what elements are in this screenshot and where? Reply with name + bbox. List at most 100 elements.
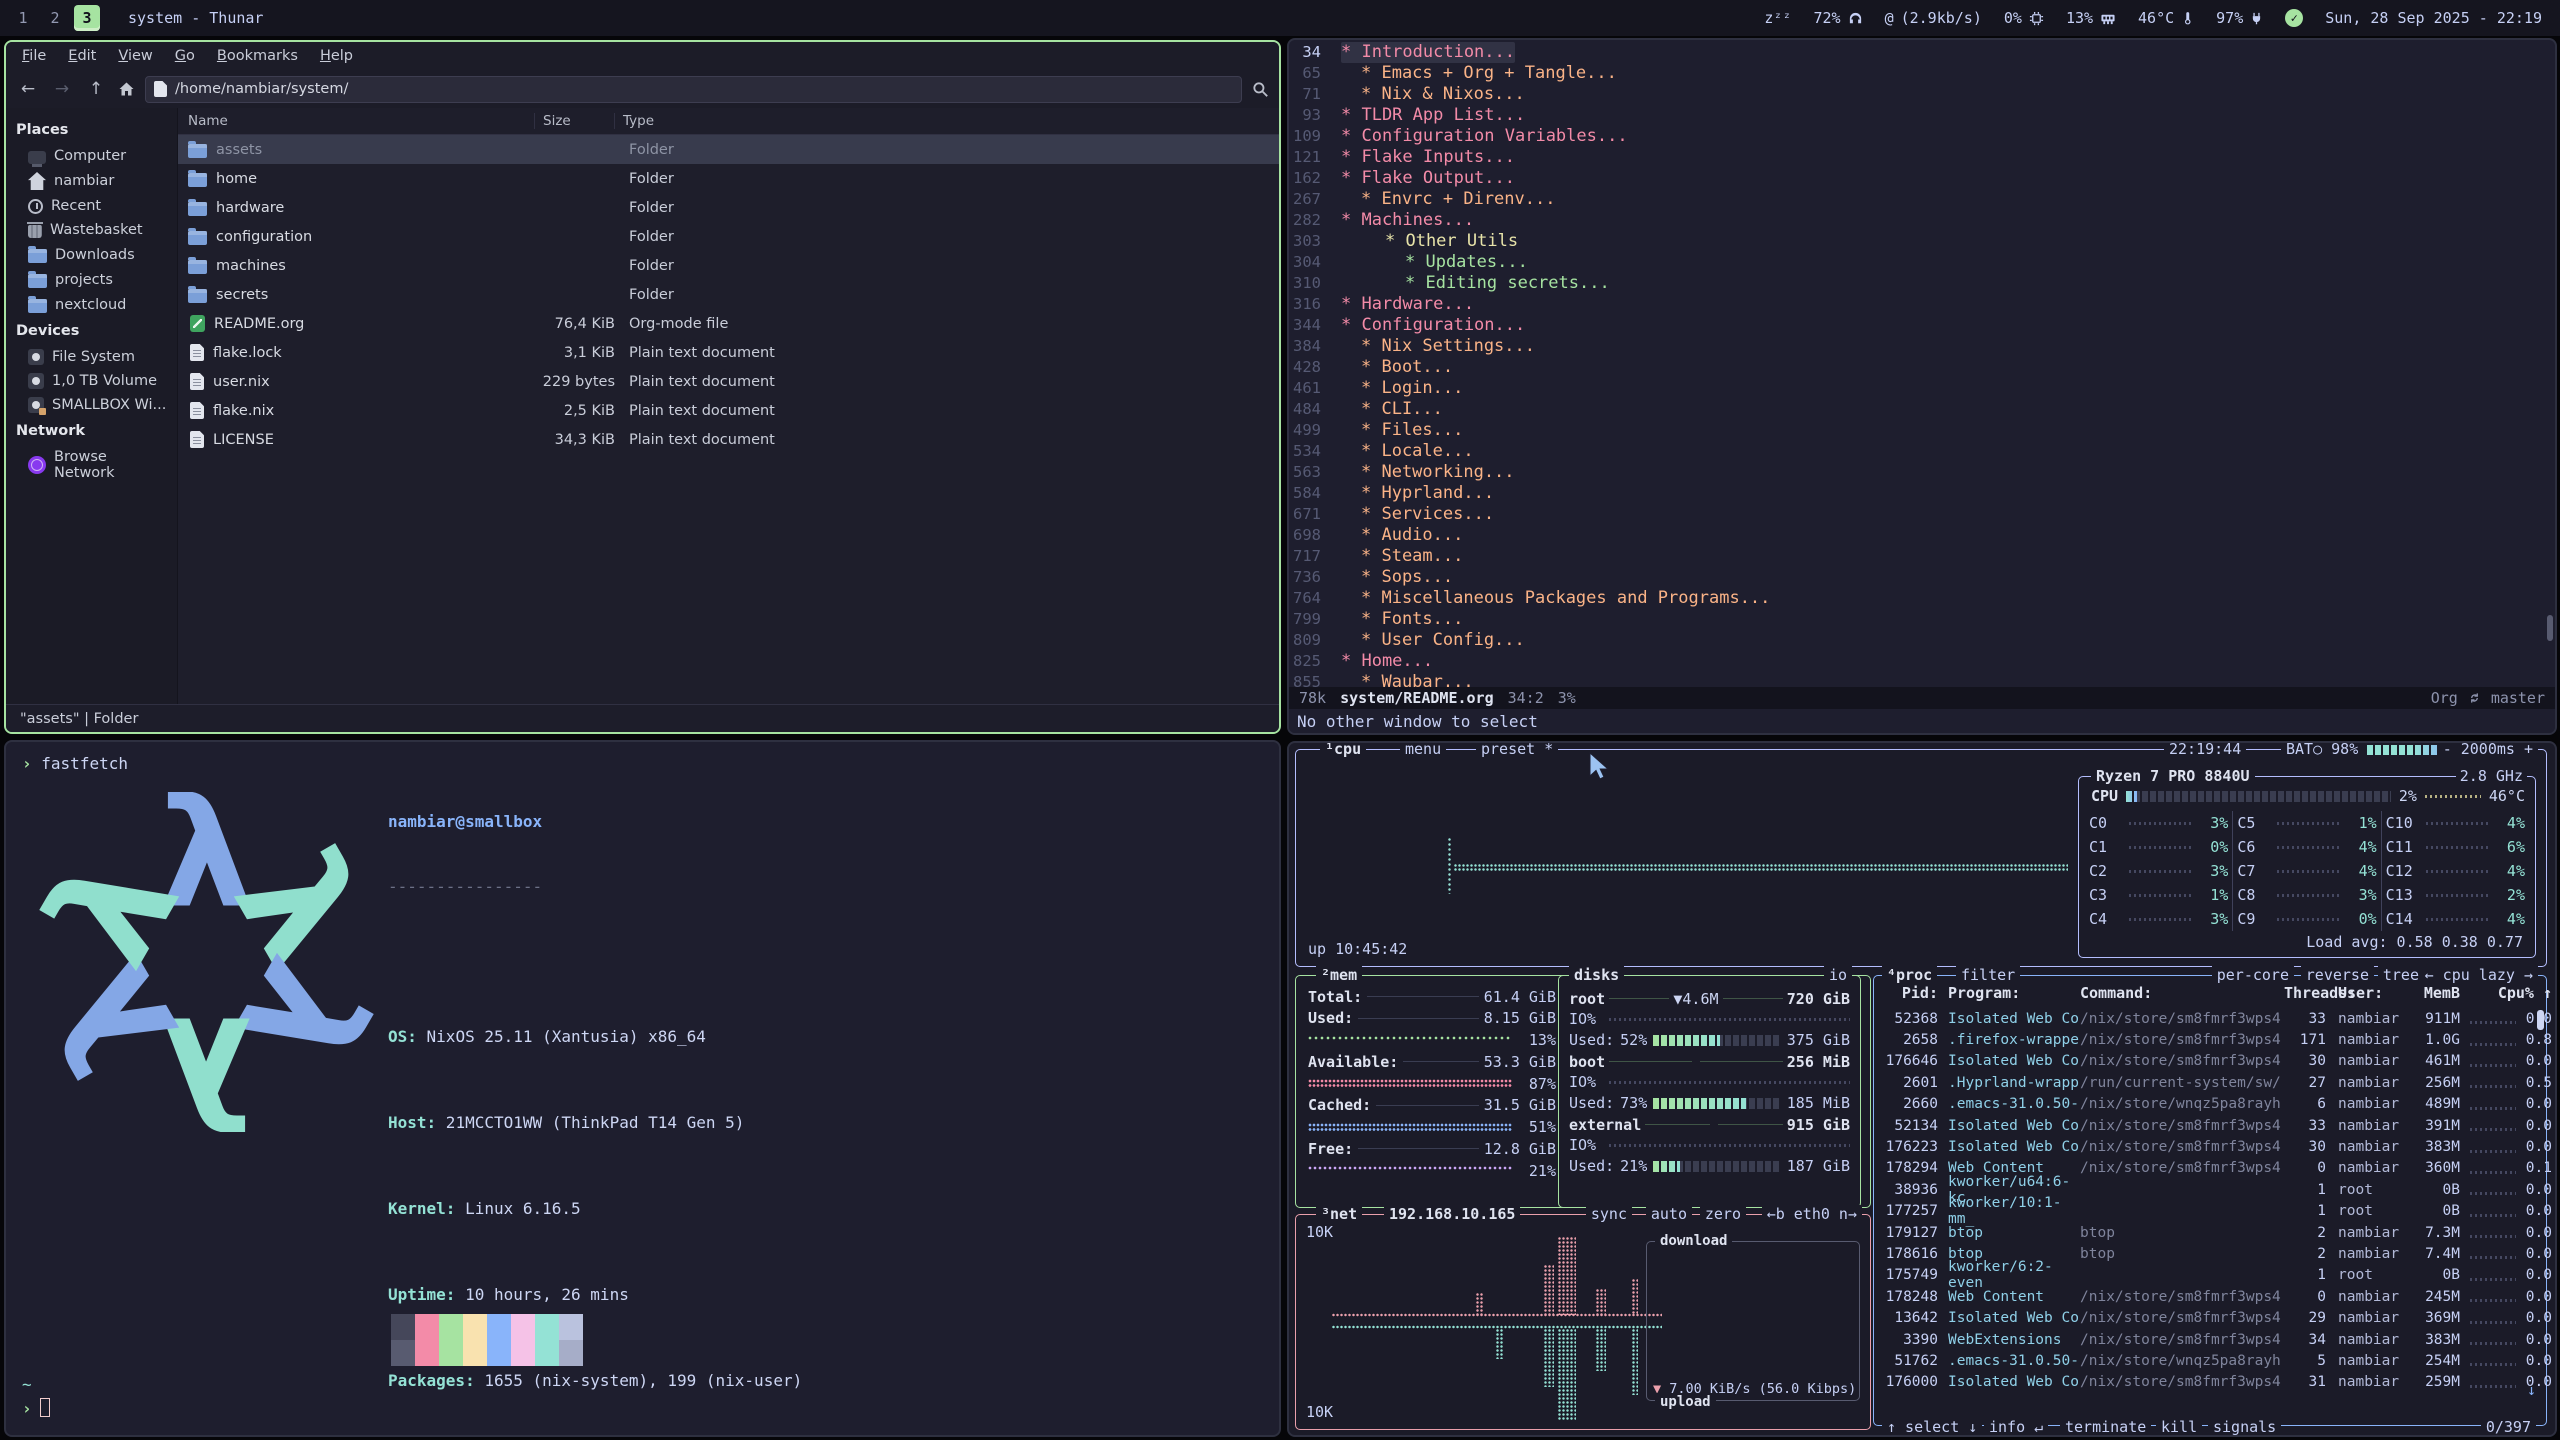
menu-item[interactable]: Help — [310, 45, 363, 67]
org-heading-line[interactable]: 428 * Boot... — [1289, 357, 2555, 378]
org-heading-line[interactable]: 267 * Envrc + Direnv... — [1289, 189, 2555, 210]
process-row[interactable]: 179127 btop btop 2 nambiar 7.3M 0.0 — [1874, 1222, 2546, 1243]
menu-item[interactable]: Go — [165, 45, 205, 67]
process-row[interactable]: 52134 Isolated Web Co /nix/store/sm8fmrf… — [1874, 1115, 2546, 1136]
org-heading-line[interactable]: 855 * Waubar... — [1289, 672, 2555, 687]
process-row[interactable]: 176000 Isolated Web Co /nix/store/sm8fmr… — [1874, 1372, 2546, 1393]
menu-item[interactable]: Edit — [58, 45, 106, 67]
workspace-button[interactable]: 2 — [42, 5, 68, 31]
path-bar[interactable]: /home/nambiar/system/ — [145, 76, 1242, 103]
proc-percore-toggle[interactable]: per-core — [2212, 966, 2294, 984]
menu-item[interactable]: File — [12, 45, 56, 67]
org-heading-line[interactable]: 534 * Locale... — [1289, 441, 2555, 462]
org-heading-line[interactable]: 162 * Flake Output... — [1289, 168, 2555, 189]
workspace-button[interactable]: 1 — [10, 5, 36, 31]
sidebar-item[interactable]: File System — [6, 345, 177, 369]
workspace-button[interactable]: 3 — [74, 5, 100, 31]
tab-mem[interactable]: ²mem — [1316, 966, 1362, 984]
org-heading-line[interactable]: 461 * Login... — [1289, 378, 2555, 399]
process-row[interactable]: 52368 Isolated Web Co /nix/store/sm8fmrf… — [1874, 1008, 2546, 1029]
proc-info-button[interactable]: info ↵ — [1984, 1418, 2048, 1436]
proc-sort-selector[interactable]: ← cpu lazy → — [2420, 966, 2538, 984]
menu-item[interactable]: View — [108, 45, 162, 67]
file-row[interactable]: hardware Folder — [178, 193, 1279, 222]
refresh-interval-control[interactable]: - 2000ms + — [2438, 741, 2538, 758]
sidebar-item[interactable]: Recent — [6, 194, 177, 218]
process-row[interactable]: 2601 .Hyprland-wrapp /run/current-system… — [1874, 1072, 2546, 1093]
org-heading-line[interactable]: 671 * Services... — [1289, 504, 2555, 525]
process-row[interactable]: 2660 .emacs-31.0.50- /nix/store/wnqz5pa8… — [1874, 1094, 2546, 1115]
org-heading-line[interactable]: 316 * Hardware... — [1289, 294, 2555, 315]
org-heading-line[interactable]: 809 * User Config... — [1289, 630, 2555, 651]
process-row[interactable]: 51762 .emacs-31.0.50- /nix/store/wnqz5pa… — [1874, 1350, 2546, 1371]
org-heading-line[interactable]: 310 * Editing secrets... — [1289, 273, 2555, 294]
org-heading-line[interactable]: 344 * Configuration... — [1289, 315, 2555, 336]
org-heading-line[interactable]: 484 * CLI... — [1289, 399, 2555, 420]
sidebar-item[interactable]: nambiar — [6, 168, 177, 194]
org-heading-line[interactable]: 34 * Introduction... — [1289, 42, 2555, 63]
org-heading-line[interactable]: 71 * Nix & Nixos... — [1289, 84, 2555, 105]
sidebar-item[interactable]: Computer — [6, 144, 177, 168]
menu-button[interactable]: menu — [1400, 741, 1446, 758]
org-heading-line[interactable]: 584 * Hyprland... — [1289, 483, 2555, 504]
org-heading-line[interactable]: 764 * Miscellaneous Packages and Program… — [1289, 588, 2555, 609]
net-interface-switcher[interactable]: ←b eth0 n→ — [1762, 1205, 1862, 1223]
file-row[interactable]: user.nix 229 bytes Plain text document — [178, 367, 1279, 396]
column-header-name[interactable]: Name — [178, 113, 535, 129]
proc-signals-button[interactable]: signals — [2208, 1418, 2281, 1436]
tab-disks[interactable]: disks — [1569, 966, 1624, 984]
back-button[interactable]: ← — [16, 79, 40, 99]
net-sync-button[interactable]: sync — [1586, 1205, 1632, 1223]
org-heading-line[interactable]: 563 * Networking... — [1289, 462, 2555, 483]
shell-input[interactable]: › — [22, 1397, 50, 1421]
file-row[interactable]: machines Folder — [178, 251, 1279, 280]
sidebar-item[interactable]: nextcloud — [6, 292, 177, 317]
sidebar-item[interactable]: Wastebasket — [6, 218, 177, 242]
scrollbar-thumb[interactable] — [2547, 615, 2553, 641]
io-toggle[interactable]: io — [1824, 966, 1852, 984]
file-row[interactable]: flake.lock 3,1 KiB Plain text document — [178, 338, 1279, 367]
preset-button[interactable]: preset * — [1476, 741, 1558, 758]
org-heading-line[interactable]: 736 * Sops... — [1289, 567, 2555, 588]
proc-reverse-toggle[interactable]: reverse — [2301, 966, 2374, 984]
net-auto-button[interactable]: auto — [1646, 1205, 1692, 1223]
org-heading-line[interactable]: 499 * Files... — [1289, 420, 2555, 441]
org-heading-line[interactable]: 384 * Nix Settings... — [1289, 336, 2555, 357]
file-row[interactable]: LICENSE 34,3 KiB Plain text document — [178, 425, 1279, 454]
forward-button[interactable]: → — [50, 79, 74, 99]
sidebar-item[interactable]: Browse Network — [6, 445, 177, 485]
file-row[interactable]: home Folder — [178, 164, 1279, 193]
sidebar-item[interactable]: projects — [6, 267, 177, 292]
scrollbar-thumb[interactable] — [2537, 1010, 2544, 1030]
org-heading-line[interactable]: 717 * Steam... — [1289, 546, 2555, 567]
file-row[interactable]: assets Folder — [178, 135, 1279, 164]
process-row[interactable]: 2658 .firefox-wrappe /nix/store/sm8fmrf3… — [1874, 1029, 2546, 1050]
org-heading-line[interactable]: 65 * Emacs + Org + Tangle... — [1289, 63, 2555, 84]
sidebar-item[interactable]: 1,0 TB Volume — [6, 369, 177, 393]
menu-item[interactable]: Bookmarks — [207, 45, 308, 67]
process-row[interactable]: 3390 WebExtensions /nix/store/sm8fmrf3wp… — [1874, 1329, 2546, 1350]
file-row[interactable]: README.org 76,4 KiB Org-mode file — [178, 309, 1279, 338]
proc-terminate-button[interactable]: terminate — [2060, 1418, 2151, 1436]
sidebar-item[interactable]: SMALLBOX Wi... — [6, 393, 177, 417]
up-button[interactable]: ↑ — [84, 79, 108, 99]
file-row[interactable]: configuration Folder — [178, 222, 1279, 251]
org-heading-line[interactable]: 282 * Machines... — [1289, 210, 2555, 231]
process-row[interactable]: 175749 kworker/6:2-even 1 root 0B 0.0 — [1874, 1265, 2546, 1286]
file-row[interactable]: flake.nix 2,5 KiB Plain text document — [178, 396, 1279, 425]
home-button[interactable] — [118, 81, 135, 97]
column-header-type[interactable]: Type — [615, 113, 1279, 129]
process-row[interactable]: 177257 kworker/10:1-mm_ 1 root 0B 0.0 — [1874, 1201, 2546, 1222]
proc-filter-button[interactable]: filter — [1956, 966, 2020, 984]
proc-tree-toggle[interactable]: tree — [2378, 966, 2424, 984]
org-heading-line[interactable]: 304 * Updates... — [1289, 252, 2555, 273]
org-heading-line[interactable]: 93 * TLDR App List... — [1289, 105, 2555, 126]
tab-cpu[interactable]: ¹cpu — [1320, 741, 1366, 758]
org-heading-line[interactable]: 303 * Other Utils — [1289, 231, 2555, 252]
org-heading-line[interactable]: 799 * Fonts... — [1289, 609, 2555, 630]
process-row[interactable]: 178248 Web Content /nix/store/sm8fmrf3wp… — [1874, 1286, 2546, 1307]
column-header-size[interactable]: Size — [535, 113, 615, 129]
net-zero-button[interactable]: zero — [1700, 1205, 1746, 1223]
org-heading-line[interactable]: 825 * Home... — [1289, 651, 2555, 672]
tab-net[interactable]: ³net — [1316, 1205, 1362, 1223]
